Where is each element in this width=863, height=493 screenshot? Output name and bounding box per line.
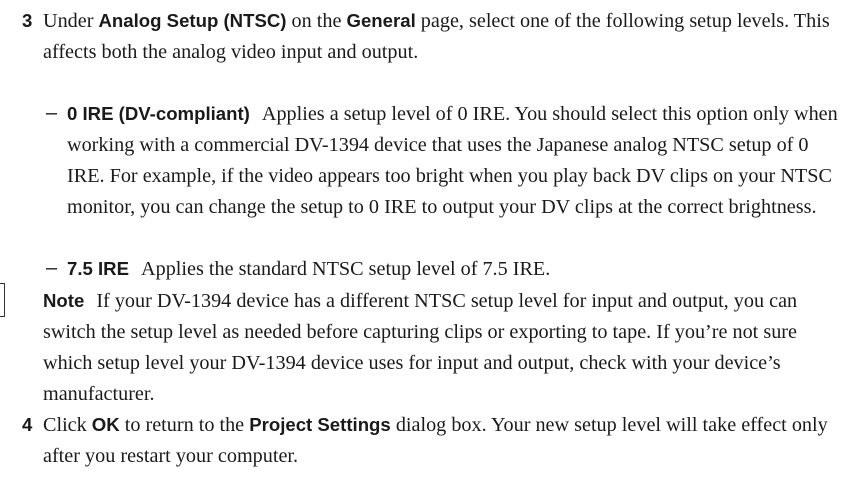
step-3-number: 3: [22, 10, 33, 31]
option-2-dash: –: [46, 257, 58, 279]
step-3-text-a: Under: [43, 10, 99, 32]
note-text: If your DV-1394 device has a different N…: [43, 290, 798, 405]
step-4-text: Click OK to return to the Project Settin…: [43, 409, 843, 472]
option-2-description: Applies the standard NTSC setup level of…: [141, 258, 551, 280]
option-1-dash: –: [46, 102, 58, 124]
ok-label: OK: [91, 414, 120, 435]
step-3-text-b: on the: [286, 10, 347, 32]
analog-setup-label: Analog Setup (NTSC): [98, 10, 287, 31]
note-margin-marker: [0, 283, 5, 317]
note-label: Note: [43, 290, 85, 311]
option-1: 0 IRE (DV-compliant) Applies a setup leve…: [67, 98, 842, 223]
step-4-number: 4: [22, 414, 33, 435]
step-3-text: Under Analog Setup (NTSC) on the General…: [43, 5, 843, 68]
option-1-label: 0 IRE (DV-compliant): [67, 103, 250, 124]
general-page-label: General: [346, 10, 416, 31]
note: Note If your DV-1394 device has a differe…: [43, 285, 843, 410]
step-4-text-a: Click: [43, 414, 92, 436]
step-4-text-b: to return to the: [119, 414, 250, 436]
option-2-label: 7.5 IRE: [67, 258, 130, 279]
option-2: 7.5 IRE Applies the standard NTSC setup l…: [67, 253, 842, 285]
project-settings-label: Project Settings: [249, 414, 391, 435]
